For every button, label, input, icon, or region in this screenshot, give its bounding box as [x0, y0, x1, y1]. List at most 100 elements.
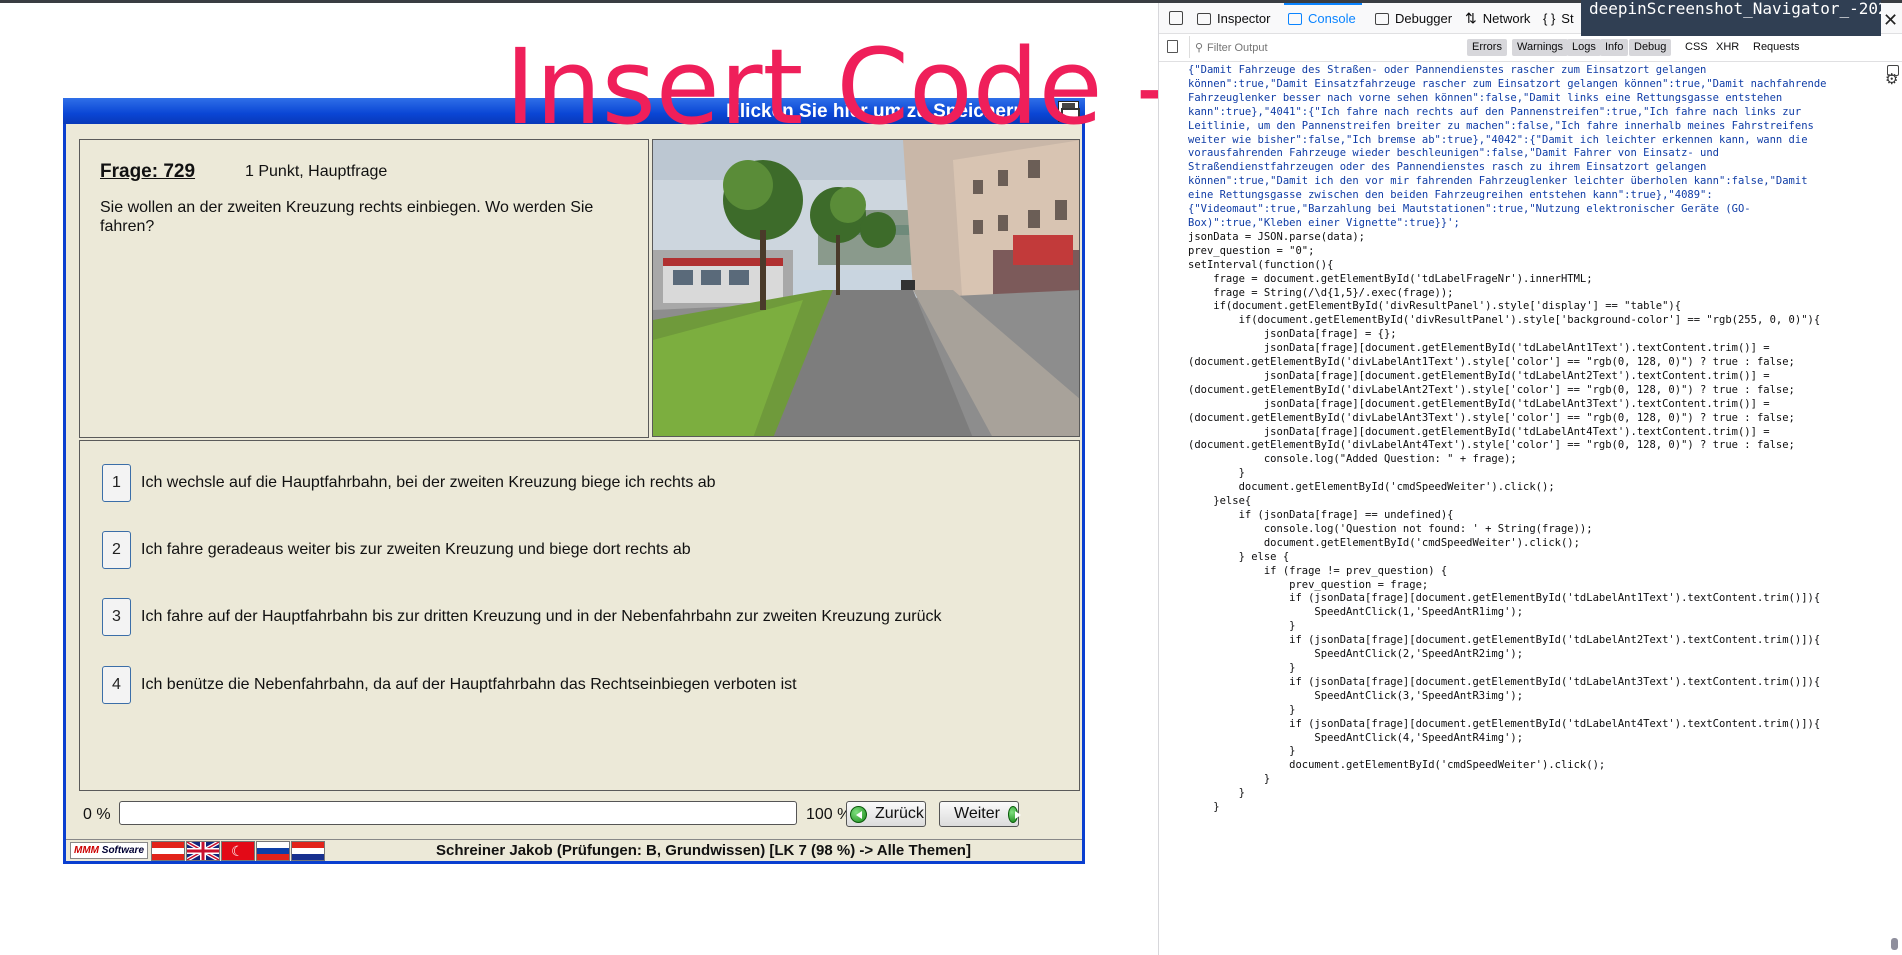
code-line[interactable]: console.log('Question not found: ' + Str… — [1188, 523, 1888, 537]
answer-3[interactable]: 3 Ich fahre auf der Hauptfahrbahn bis zu… — [102, 597, 941, 637]
tab-inspector[interactable]: Inspector — [1197, 3, 1270, 34]
code-line[interactable]: jsonData[frage][document.getElementById(… — [1188, 342, 1888, 356]
console-code-input[interactable]: {"Damit Fahrzeuge des Straßen- oder Pann… — [1188, 64, 1888, 944]
code-line[interactable]: (document.getElementById('divLabelAnt1Te… — [1188, 356, 1888, 370]
code-line[interactable]: }else{ — [1188, 495, 1888, 509]
code-line[interactable]: können":true,"Damit Einsatzfahrzeuge ras… — [1188, 78, 1888, 92]
code-line[interactable]: {"Damit Fahrzeuge des Straßen- oder Pann… — [1188, 64, 1888, 78]
code-line[interactable]: jsonData[frage][document.getElementById(… — [1188, 426, 1888, 440]
code-line[interactable]: if (jsonData[frage][document.getElementB… — [1188, 634, 1888, 648]
filter-logs[interactable]: Logs — [1567, 39, 1601, 56]
code-line[interactable]: Box)":true,"Kleben einer Vignette":true}… — [1188, 217, 1888, 231]
code-line[interactable]: } — [1188, 704, 1888, 718]
code-line[interactable]: vorausfahrenden Fahrzeuge wieder beschle… — [1188, 147, 1888, 161]
next-arrow-icon — [1007, 805, 1022, 823]
code-line[interactable]: eine Rettungsgasse zwischen den beiden F… — [1188, 189, 1888, 203]
code-line[interactable]: frage = String(/\d{1,5}/.exec(frage)); — [1188, 287, 1888, 301]
close-icon[interactable]: ✕ — [1883, 10, 1898, 31]
code-line[interactable]: } else { — [1188, 551, 1888, 565]
code-line[interactable]: (document.getElementById('divLabelAnt3Te… — [1188, 412, 1888, 426]
code-line[interactable]: jsonData[frage][document.getElementById(… — [1188, 398, 1888, 412]
tab-console[interactable]: Console — [1284, 3, 1362, 34]
code-line[interactable]: if(document.getElementById('divResultPan… — [1188, 314, 1888, 328]
filter-xhr[interactable]: XHR — [1711, 39, 1744, 56]
austria-flag-icon[interactable] — [151, 841, 185, 861]
code-line[interactable]: } — [1188, 467, 1888, 481]
answer-2[interactable]: 2 Ich fahre geradeaus weiter bis zur zwe… — [102, 530, 691, 570]
code-line[interactable]: if (jsonData[frage][document.getElementB… — [1188, 718, 1888, 732]
pick-element-icon[interactable] — [1169, 11, 1183, 25]
code-line[interactable]: document.getElementById('cmdSpeedWeiter'… — [1188, 481, 1888, 495]
code-line[interactable]: (document.getElementById('divLabelAnt4Te… — [1188, 439, 1888, 453]
tab-style-editor[interactable]: { } St — [1543, 3, 1574, 34]
answer-4[interactable]: 4 Ich benütze die Nebenfahrbahn, da auf … — [102, 665, 797, 705]
code-line[interactable]: Straßendienstfahrzeugen oder des Pannend… — [1188, 161, 1888, 175]
filter-errors[interactable]: Errors — [1467, 39, 1507, 56]
answer-1-checkbox[interactable]: 1 — [102, 464, 131, 502]
code-line[interactable]: (document.getElementById('divLabelAnt2Te… — [1188, 384, 1888, 398]
code-line[interactable]: if (jsonData[frage] == undefined){ — [1188, 509, 1888, 523]
code-line[interactable]: if(document.getElementById('divResultPan… — [1188, 300, 1888, 314]
code-line[interactable]: } — [1188, 773, 1888, 787]
tab-debugger[interactable]: Debugger — [1375, 3, 1452, 34]
filter-info[interactable]: Info — [1600, 39, 1629, 56]
quiz-window: Klicken Sie hier um zu Speichern Frage: … — [63, 98, 1085, 864]
code-line[interactable]: } — [1188, 787, 1888, 801]
code-line[interactable]: if (jsonData[frage][document.getElementB… — [1188, 676, 1888, 690]
answer-4-checkbox[interactable]: 4 — [102, 666, 131, 704]
code-line[interactable]: Fahrzeuglenker besser nach vorne sehen k… — [1188, 92, 1888, 106]
turkey-flag-icon[interactable]: ☾ — [221, 841, 255, 861]
code-line[interactable]: } — [1188, 801, 1888, 815]
code-line[interactable]: können":true,"Damit ich den vor mir fahr… — [1188, 175, 1888, 189]
slovenia-flag-icon[interactable] — [256, 841, 290, 861]
code-line[interactable]: if (frage != prev_question) { — [1188, 565, 1888, 579]
code-line[interactable]: SpeedAntClick(2,'SpeedAntR2img'); — [1188, 648, 1888, 662]
code-line[interactable]: jsonData[frage] = {}; — [1188, 328, 1888, 342]
code-line[interactable]: document.getElementById('cmdSpeedWeiter'… — [1188, 537, 1888, 551]
uk-flag-icon[interactable] — [186, 840, 220, 862]
croatia-flag-icon[interactable] — [291, 841, 325, 861]
code-line[interactable]: console.log("Added Question: " + frage); — [1188, 453, 1888, 467]
code-line[interactable]: {"Videomaut":true,"Barzahlung bei Mautst… — [1188, 203, 1888, 217]
tab-network[interactable]: ⇅ Network — [1465, 3, 1530, 34]
answers-panel: 1 Ich wechsle auf die Hauptfahrbahn, bei… — [79, 440, 1080, 791]
scrollbar-thumb[interactable] — [1891, 938, 1898, 950]
code-line[interactable]: document.getElementById('cmdSpeedWeiter'… — [1188, 759, 1888, 773]
network-icon: ⇅ — [1465, 10, 1477, 26]
code-line[interactable]: SpeedAntClick(4,'SpeedAntR4img'); — [1188, 732, 1888, 746]
code-line[interactable]: setInterval(function(){ — [1188, 259, 1888, 273]
answer-3-text[interactable]: Ich fahre auf der Hauptfahrbahn bis zur … — [141, 608, 941, 626]
code-line[interactable]: frage = document.getElementById('tdLabel… — [1188, 273, 1888, 287]
code-line[interactable]: jsonData = JSON.parse(data); — [1188, 231, 1888, 245]
filter-output-input[interactable] — [1207, 39, 1367, 57]
code-line[interactable]: prev_question = "0"; — [1188, 245, 1888, 259]
answer-3-checkbox[interactable]: 3 — [102, 598, 131, 636]
code-line[interactable]: kann":true},"4041":{"Ich fahre nach rech… — [1188, 106, 1888, 120]
code-line[interactable]: SpeedAntClick(3,'SpeedAntR3img'); — [1188, 690, 1888, 704]
back-button[interactable]: Zurück — [846, 801, 926, 827]
answer-2-text[interactable]: Ich fahre geradeaus weiter bis zur zweit… — [141, 541, 691, 559]
filter-requests[interactable]: Requests — [1748, 39, 1804, 56]
answer-1[interactable]: 1 Ich wechsle auf die Hauptfahrbahn, bei… — [102, 463, 716, 503]
next-button[interactable]: Weiter — [939, 801, 1022, 827]
filter-debug[interactable]: Debug — [1629, 39, 1672, 56]
code-line[interactable]: weiter wie bisher":false,"Ich bremse ab"… — [1188, 134, 1888, 148]
filter-css[interactable]: CSS — [1680, 39, 1713, 56]
code-line[interactable]: jsonData[frage][document.getElementById(… — [1188, 370, 1888, 384]
trash-icon[interactable] — [1167, 40, 1178, 53]
tab-style-editor-label: St — [1561, 11, 1574, 26]
answer-4-text[interactable]: Ich benütze die Nebenfahrbahn, da auf de… — [141, 676, 797, 694]
code-line[interactable]: } — [1188, 745, 1888, 759]
code-line[interactable]: if (jsonData[frage][document.getElementB… — [1188, 592, 1888, 606]
filter-warnings[interactable]: Warnings — [1512, 39, 1569, 56]
filter-icon: ⚲ — [1195, 42, 1204, 54]
code-line[interactable]: SpeedAntClick(1,'SpeedAntR1img'); — [1188, 606, 1888, 620]
code-line[interactable]: } — [1188, 620, 1888, 634]
code-line[interactable]: } — [1188, 662, 1888, 676]
answer-2-checkbox[interactable]: 2 — [102, 531, 131, 569]
code-line[interactable]: prev_question = frage; — [1188, 579, 1888, 593]
code-line[interactable]: Leitlinie, um den Pannenstreifen breiter… — [1188, 120, 1888, 134]
console-scrollbar[interactable] — [1889, 63, 1901, 955]
answer-1-text[interactable]: Ich wechsle auf die Hauptfahrbahn, bei d… — [141, 474, 716, 492]
tab-network-label: Network — [1482, 11, 1531, 26]
